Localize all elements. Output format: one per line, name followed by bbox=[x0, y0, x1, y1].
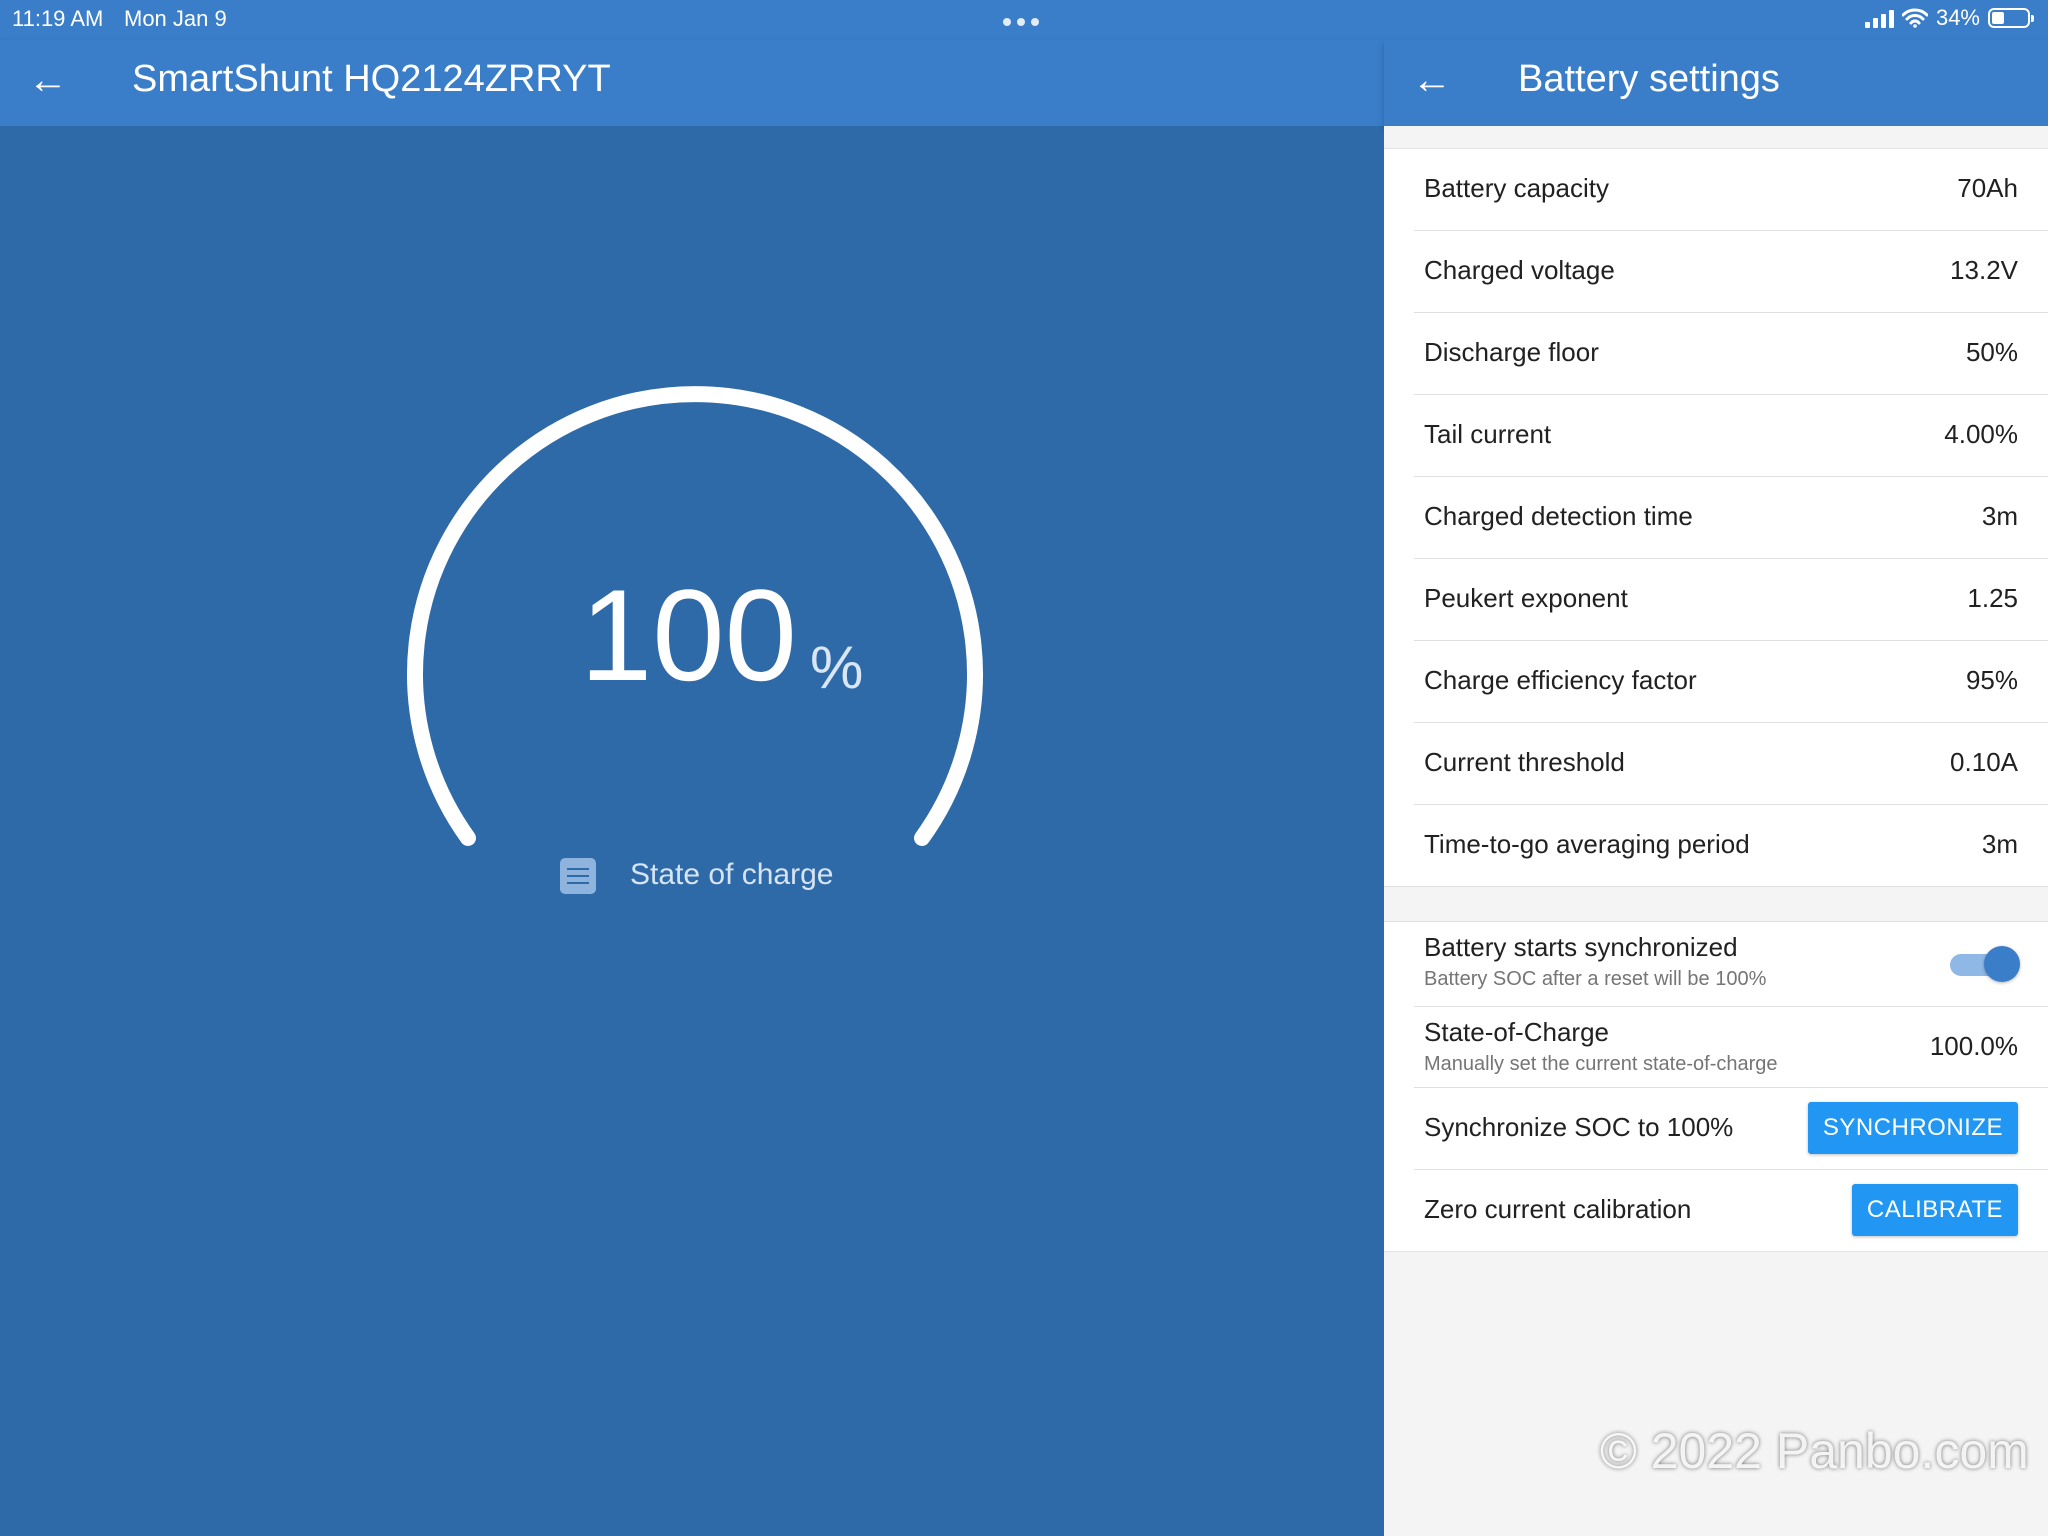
settings-title: Battery settings bbox=[1518, 58, 1780, 100]
zero-current-calibration-row: Zero current calibration CALIBRATE bbox=[1414, 1170, 2048, 1251]
setting-row[interactable]: Discharge floor 50% bbox=[1414, 313, 2048, 395]
setting-label: Zero current calibration bbox=[1424, 1194, 1692, 1224]
setting-label: Discharge floor bbox=[1424, 337, 1599, 367]
setting-label: Battery starts synchronized bbox=[1424, 932, 1738, 962]
setting-value: 70Ah bbox=[1957, 173, 2018, 203]
soc-unit: % bbox=[810, 634, 864, 701]
setting-label: Time-to-go averaging period bbox=[1424, 829, 1750, 859]
setting-label: Current threshold bbox=[1424, 747, 1625, 777]
sync-toggle[interactable] bbox=[1950, 946, 2020, 982]
list-icon bbox=[560, 858, 596, 894]
setting-label: Charged detection time bbox=[1424, 501, 1693, 531]
setting-label: State-of-Charge bbox=[1424, 1017, 1609, 1047]
status-date: Mon Jan 9 bbox=[124, 6, 227, 31]
setting-value: 0.10A bbox=[1950, 747, 2018, 777]
setting-row[interactable]: Peukert exponent 1.25 bbox=[1414, 559, 2048, 641]
setting-label: Tail current bbox=[1424, 419, 1552, 449]
setting-label: Charge efficiency factor bbox=[1424, 665, 1697, 695]
state-of-charge-row[interactable]: State-of-Charge Manually set the current… bbox=[1414, 1007, 2048, 1088]
setting-value: 50% bbox=[1965, 337, 2018, 367]
right-app-bar: ← Battery settings bbox=[1384, 40, 2048, 126]
battery-percent: 34% bbox=[1935, 5, 1980, 30]
setting-value: 3m bbox=[1981, 829, 2018, 859]
battery-icon bbox=[1988, 8, 2034, 28]
setting-row[interactable]: Battery capacity 70Ah bbox=[1414, 149, 2048, 231]
battery-settings-list: Battery capacity 70Ah Charged voltage 13… bbox=[1384, 148, 2048, 887]
status-bar: 11:19 AM Mon Jan 9 34% bbox=[0, 0, 2048, 40]
setting-value: 4.00% bbox=[1944, 419, 2018, 449]
setting-label: Battery capacity bbox=[1424, 173, 1609, 203]
device-title: SmartShunt HQ2124ZRRYT bbox=[132, 58, 611, 100]
setting-label: Charged voltage bbox=[1424, 255, 1615, 285]
status-time: 11:19 AM bbox=[12, 6, 104, 31]
soc-label: State of charge bbox=[630, 858, 834, 891]
setting-value: 13.2V bbox=[1950, 255, 2018, 285]
setting-description: Battery SOC after a reset will be 100% bbox=[1424, 968, 1767, 990]
back-arrow-icon[interactable]: ← bbox=[1412, 60, 1452, 100]
left-app-bar: ← SmartShunt HQ2124ZRRYT bbox=[0, 40, 1384, 126]
setting-description: Manually set the current state-of-charge bbox=[1424, 1053, 1778, 1075]
setting-row[interactable]: Current threshold 0.10A bbox=[1414, 723, 2048, 805]
calibrate-button[interactable]: CALIBRATE bbox=[1851, 1184, 2018, 1236]
status-indicators: 34% bbox=[1864, 5, 2034, 31]
setting-label: Peukert exponent bbox=[1424, 583, 1628, 613]
sync-settings-list: Battery starts synchronized Battery SOC … bbox=[1384, 921, 2048, 1252]
synchronize-soc-row: Synchronize SOC to 100% SYNCHRONIZE bbox=[1414, 1088, 2048, 1170]
setting-value: 100.0% bbox=[1929, 1031, 2018, 1061]
wifi-icon bbox=[1901, 8, 1928, 28]
settings-panel: Battery capacity 70Ah Charged voltage 13… bbox=[1384, 126, 2048, 1536]
setting-row[interactable]: Tail current 4.00% bbox=[1414, 395, 2048, 477]
back-arrow-icon[interactable]: ← bbox=[28, 60, 68, 100]
setting-row[interactable]: Charged detection time 3m bbox=[1414, 477, 2048, 559]
toggle-thumb bbox=[1984, 946, 2020, 982]
watermark: © 2022 Panbo.com bbox=[1600, 1423, 2029, 1479]
setting-value: 95% bbox=[1965, 665, 2018, 695]
setting-value: 1.25 bbox=[1967, 583, 2018, 613]
multitasking-dots-icon[interactable] bbox=[1003, 18, 1039, 26]
setting-row[interactable]: Time-to-go averaging period 3m bbox=[1414, 805, 2048, 886]
synchronize-button[interactable]: SYNCHRONIZE bbox=[1807, 1102, 2018, 1154]
setting-label: Synchronize SOC to 100% bbox=[1424, 1112, 1734, 1142]
soc-value: 100 bbox=[580, 562, 797, 708]
battery-starts-synchronized-row[interactable]: Battery starts synchronized Battery SOC … bbox=[1414, 922, 2048, 1007]
cellular-signal-icon bbox=[1864, 8, 1894, 28]
setting-row[interactable]: Charged voltage 13.2V bbox=[1414, 231, 2048, 313]
setting-row[interactable]: Charge efficiency factor 95% bbox=[1414, 641, 2048, 723]
setting-value: 3m bbox=[1981, 501, 2018, 531]
